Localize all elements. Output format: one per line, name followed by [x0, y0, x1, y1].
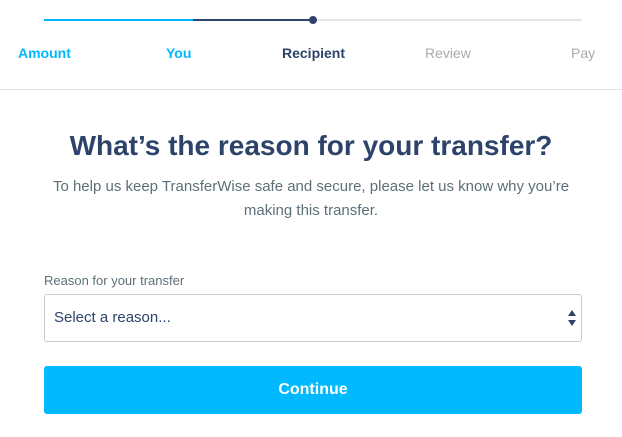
step-recipient: Recipient — [282, 45, 346, 61]
reason-field-label: Reason for your transfer — [44, 273, 185, 288]
stepper-track-completed — [44, 19, 193, 21]
step-you[interactable]: You — [166, 45, 191, 61]
reason-select-value: Select a reason... — [54, 309, 171, 326]
step-amount[interactable]: Amount — [18, 45, 71, 61]
progress-stepper: Amount You Recipient Review Pay — [0, 0, 622, 90]
continue-button[interactable]: Continue — [44, 366, 582, 414]
sort-arrows-icon — [568, 310, 576, 326]
page-title: What’s the reason for your transfer? — [69, 130, 553, 161]
page-subtitle: To help us keep TransferWise safe and se… — [52, 178, 570, 219]
stepper-current-dot — [309, 16, 317, 24]
reason-select[interactable]: Select a reason... — [44, 294, 582, 342]
stepper-track-current — [193, 19, 313, 21]
step-pay: Pay — [571, 45, 596, 61]
step-review: Review — [425, 45, 471, 61]
